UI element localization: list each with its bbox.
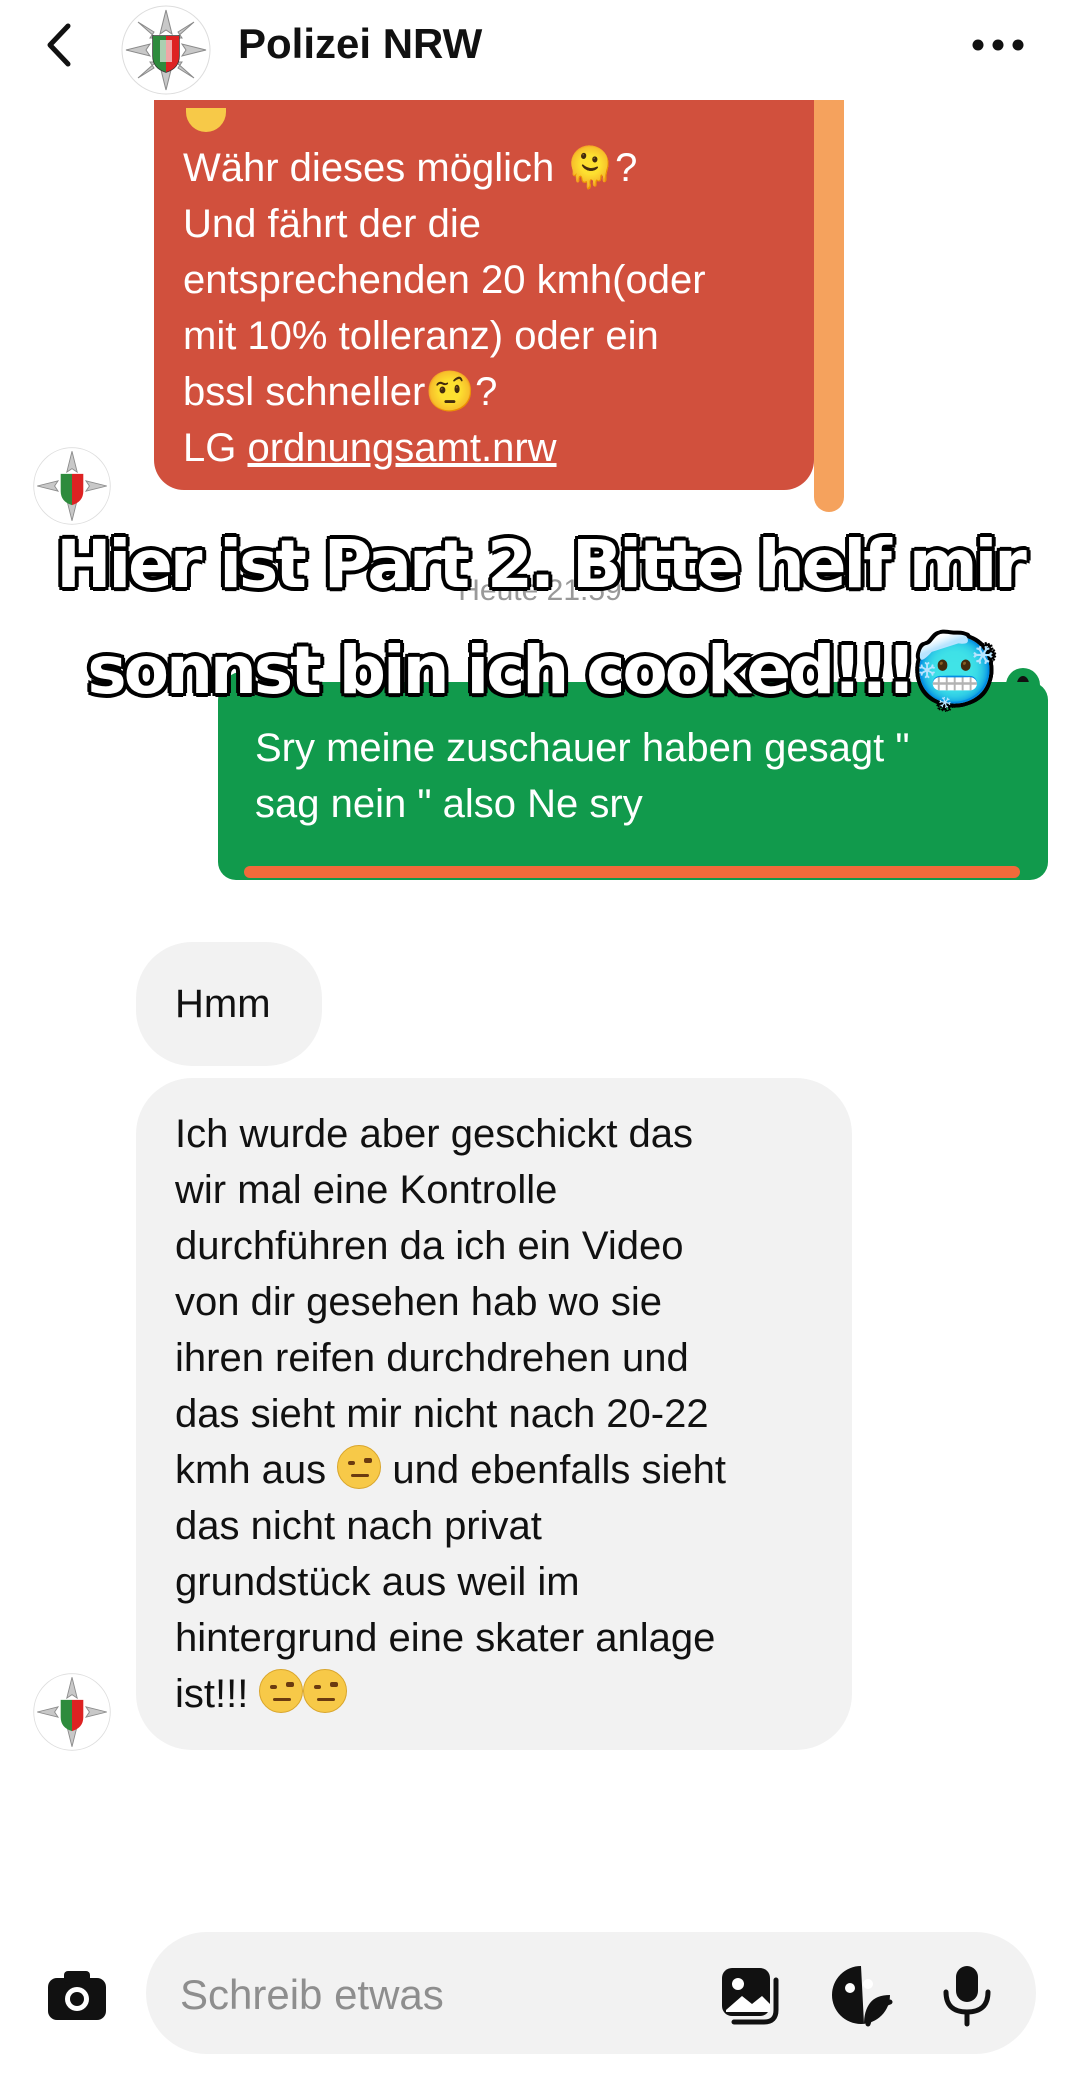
chat-header: Polizei NRW [0, 0, 1080, 100]
message-input[interactable] [180, 1970, 700, 2020]
message-line: grundstück aus weil im [175, 1560, 580, 1604]
message-line: das sieht mir nicht nach 20-22 [175, 1392, 709, 1436]
bubble-decoration [244, 866, 1020, 878]
message-text: Währ dieses möglich 🫠? Und fährt der die… [183, 140, 803, 476]
message-line: mit 10% tolleranz) oder ein [183, 314, 659, 358]
message-line: hintergrund eine skater anlage [175, 1616, 716, 1660]
message-line: Ich wurde aber geschickt das [175, 1112, 694, 1156]
message-link[interactable]: ordnungsamt.nrw [247, 426, 556, 470]
message-line: von dir gesehen hab wo sie [175, 1280, 662, 1324]
message-text: Sry meine zuschauer haben gesagt " sag n… [255, 720, 1035, 832]
line-segment: kmh aus [175, 1448, 327, 1492]
chevron-left-icon[interactable] [40, 20, 80, 70]
message-line: durchführen da ich ein Video [175, 1224, 684, 1268]
raised-eyebrow-emoji-icon [303, 1669, 348, 1713]
message-line: sag nein " also Ne sry [255, 782, 643, 826]
microphone-icon[interactable] [934, 1962, 1000, 2028]
message-line: kmh aus und ebenfalls sieht [175, 1442, 726, 1498]
message-line: LG ordnungsamt.nrw [183, 420, 803, 476]
raised-eyebrow-emoji-icon [337, 1445, 382, 1489]
sender-avatar[interactable] [32, 1672, 112, 1752]
more-horizontal-icon[interactable] [968, 30, 1028, 60]
caption-line: sonnst bin ich cooked!!!🥶 [87, 632, 995, 709]
line-segment: ist!!! [175, 1672, 249, 1716]
bubble-decoration [814, 92, 844, 512]
message-line: bssl schneller🤨? [183, 370, 498, 414]
message-line: ihren reifen durchdrehen und [175, 1336, 689, 1380]
video-caption-overlay: Hier ist Part 2. Bitte helf mir sonnst b… [20, 512, 1060, 724]
profile-avatar[interactable] [120, 4, 212, 96]
message-line: ist!!! [175, 1666, 726, 1722]
caption-line: Hier ist Part 2. Bitte helf mir [56, 526, 1027, 603]
message-line: wir mal eine Kontrolle [175, 1168, 558, 1212]
message-line: das nicht nach privat [175, 1504, 542, 1548]
sticker-icon[interactable] [828, 1962, 894, 2028]
message-line: Und fährt der die [183, 202, 481, 246]
message-text: Hmm [175, 982, 271, 1026]
message-line: Währ dieses möglich 🫠? [183, 146, 638, 190]
raised-eyebrow-emoji-icon [259, 1669, 304, 1713]
camera-icon[interactable] [44, 1962, 110, 2028]
line-segment: und ebenfalls sieht [392, 1448, 726, 1492]
chat-title[interactable]: Polizei NRW [238, 20, 482, 68]
message-line: Sry meine zuschauer haben gesagt " [255, 726, 910, 770]
message-line: entsprechenden 20 kmh(oder [183, 258, 706, 302]
signoff-prefix: LG [183, 426, 248, 470]
gallery-icon[interactable] [718, 1962, 784, 2028]
message-text: Ich wurde aber geschickt das wir mal ein… [175, 1106, 726, 1722]
